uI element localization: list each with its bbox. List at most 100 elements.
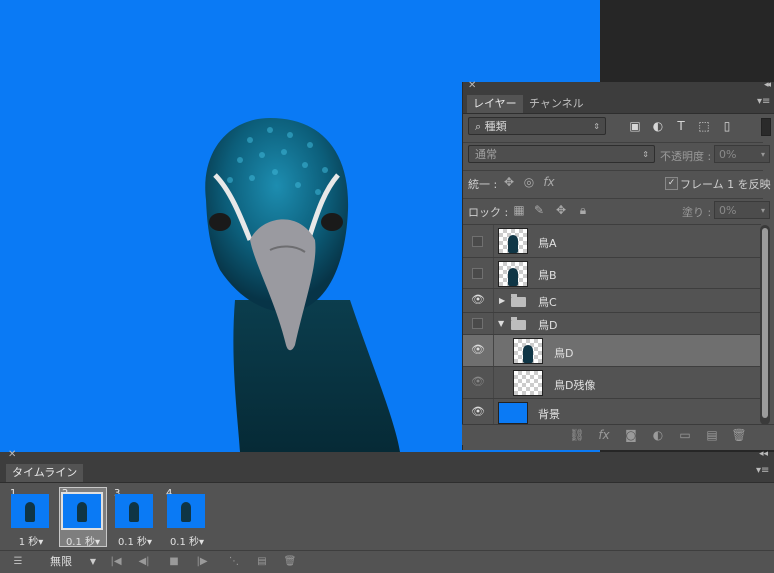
tab-channels[interactable]: チャンネル [523, 95, 590, 113]
previous-frame-icon[interactable]: ◀| [136, 554, 152, 570]
delete-layer-icon[interactable]: 🗑︎ [731, 427, 747, 443]
filter-pixel-icon[interactable]: ▣ [627, 118, 643, 134]
propagate-frame-checkbox[interactable]: ✓ [665, 177, 678, 190]
unify-position-icon[interactable]: ✥ [501, 174, 517, 190]
animation-frame-selected[interactable]: 2 0.1 秒▾ [59, 487, 107, 548]
filter-toggle[interactable] [761, 118, 771, 136]
eye-icon[interactable]: 👁︎ [471, 405, 485, 419]
collapse-icon[interactable]: ◂◂ [764, 80, 771, 90]
divider [463, 198, 763, 199]
chevron-updown-icon: ⇕ [642, 150, 649, 159]
animation-frame[interactable]: 3 0.1 秒▾ [112, 488, 158, 548]
lock-all-icon[interactable]: 🔒︎ [575, 202, 591, 218]
frame-delay-select[interactable]: 0.1 秒▾ [60, 533, 106, 548]
first-frame-icon[interactable]: |◀ [108, 554, 124, 570]
filter-smartobject-icon[interactable]: ▯ [719, 118, 735, 134]
layer-group-row[interactable]: ▼ 鳥D [463, 312, 761, 334]
visibility-toggle[interactable] [472, 268, 483, 279]
link-layers-icon[interactable]: ⛓︎ [569, 427, 585, 443]
loop-options-select[interactable]: 無限 ▼ [40, 553, 100, 570]
eye-column-divider [493, 225, 494, 257]
layer-name: 鳥B [538, 269, 557, 282]
layers-panel: ✕ ◂◂ レイヤー チャンネル ▾≡ ⌕ 種類 ⇕ ▣ ◐ T ⬚ ▯ 通常 ⇕… [462, 80, 774, 450]
layer-row-selected[interactable]: 👁︎ 鳥D [463, 334, 761, 366]
chevron-updown-icon: ⇕ [593, 122, 600, 131]
layer-thumbnail [498, 228, 528, 254]
frame-delay-select[interactable]: 0.1 秒▾ [164, 533, 210, 548]
chevron-down-icon: ▾ [760, 150, 765, 159]
filter-type-icon[interactable]: T [673, 118, 689, 134]
visibility-toggle[interactable] [472, 318, 483, 329]
bird-thumb [181, 502, 191, 522]
expand-arrow-icon[interactable]: ▶ [499, 296, 505, 305]
eye-icon[interactable]: 👁︎ [471, 293, 485, 307]
bird-thumb [508, 268, 518, 286]
collapse-arrow-icon[interactable]: ▼ [498, 319, 504, 328]
eye-column-divider [493, 289, 494, 312]
bird-thumb [508, 235, 518, 253]
add-mask-icon[interactable]: ◙ [623, 427, 639, 443]
search-icon: ⌕ [475, 120, 482, 133]
stop-icon[interactable]: ■ [166, 554, 182, 570]
layer-row[interactable]: 鳥B [463, 257, 761, 288]
layer-group-row[interactable]: 👁︎ ▶ 鳥C [463, 288, 761, 312]
unify-visibility-icon[interactable]: ◎ [521, 174, 537, 190]
layers-footer-bar: ⛓︎ fx ◙ ◐ ▭ ▤ 🗑︎ [462, 424, 774, 445]
lock-transparent-icon[interactable]: ▦ [511, 202, 527, 218]
panel-title-bar: ✕ ◂◂ [463, 80, 774, 93]
unify-label: 統一 : [468, 178, 498, 191]
layer-row[interactable]: 👁︎ 鳥D残像 [463, 366, 761, 398]
close-icon[interactable]: ✕ [8, 449, 16, 460]
timeline-panel: ✕ ◂◂ タイムライン ▾≡ 1 1 秒▾ 2 0.1 秒▾ 3 0.1 秒▾ … [0, 449, 774, 573]
collapse-icon[interactable]: ◂◂ [759, 449, 768, 459]
chevron-down-icon: ▼ [89, 557, 96, 566]
layer-name: 鳥C [538, 296, 557, 309]
new-layer-icon[interactable]: ▤ [704, 427, 720, 443]
tween-icon[interactable]: ⋱ [226, 554, 242, 570]
lock-label: ロック : [468, 206, 509, 219]
panel-menu-icon[interactable]: ▾≡ [757, 97, 771, 107]
layers-scroll-thumb[interactable] [762, 228, 768, 418]
eye-icon[interactable]: 👁︎ [471, 375, 485, 389]
opacity-value: 0% [719, 148, 737, 161]
frame-delay-select[interactable]: 1 秒▾ [8, 533, 54, 548]
lock-position-icon[interactable]: ✥ [553, 202, 569, 218]
filter-adjustment-icon[interactable]: ◐ [650, 118, 666, 134]
animation-frame[interactable]: 1 1 秒▾ [8, 488, 54, 548]
panel-menu-icon[interactable]: ▾≡ [756, 466, 770, 476]
eye-column-divider [493, 367, 494, 398]
visibility-toggle[interactable] [472, 236, 483, 247]
frame-delay-select[interactable]: 0.1 秒▾ [112, 533, 158, 548]
tab-timeline[interactable]: タイムライン [6, 464, 84, 482]
convert-timeline-icon[interactable]: ☰ [10, 554, 26, 570]
frame-thumbnail [115, 494, 153, 528]
timeline-tab-row: タイムライン ▾≡ [0, 462, 774, 483]
lock-pixels-icon[interactable]: ✎ [531, 202, 547, 218]
eye-column-divider [493, 258, 494, 288]
layer-row[interactable]: 👁︎ 背景 [463, 398, 761, 424]
next-frame-icon[interactable]: |▶ [194, 554, 210, 570]
duplicate-frame-icon[interactable]: ▤ [254, 554, 270, 570]
new-adjustment-icon[interactable]: ◐ [650, 427, 666, 443]
eye-icon[interactable]: 👁︎ [471, 343, 485, 357]
unify-style-icon[interactable]: fx [541, 174, 557, 190]
add-style-icon[interactable]: fx [596, 427, 612, 443]
delete-frame-icon[interactable]: 🗑︎ [282, 554, 298, 570]
fill-field[interactable]: 0% ▾ [714, 201, 770, 219]
close-icon[interactable]: ✕ [468, 80, 476, 91]
opacity-field[interactable]: 0% ▾ [714, 145, 770, 163]
filter-shape-icon[interactable]: ⬚ [696, 118, 712, 134]
folder-icon [511, 294, 526, 307]
blend-mode-select[interactable]: 通常 ⇕ [468, 145, 655, 163]
layer-name: 背景 [538, 408, 560, 421]
new-group-icon[interactable]: ▭ [677, 427, 693, 443]
layer-name: 鳥A [538, 237, 557, 250]
layer-filter-select[interactable]: ⌕ 種類 ⇕ [468, 117, 606, 135]
bird-thumb [25, 502, 35, 522]
fill-label: 塗り : [682, 206, 712, 219]
tab-layers[interactable]: レイヤー [467, 95, 523, 113]
animation-frame[interactable]: 4 0.1 秒▾ [164, 488, 210, 548]
layer-thumbnail [498, 261, 528, 287]
opacity-label: 不透明度 : [660, 150, 712, 163]
layer-row[interactable]: 鳥A [463, 224, 761, 257]
